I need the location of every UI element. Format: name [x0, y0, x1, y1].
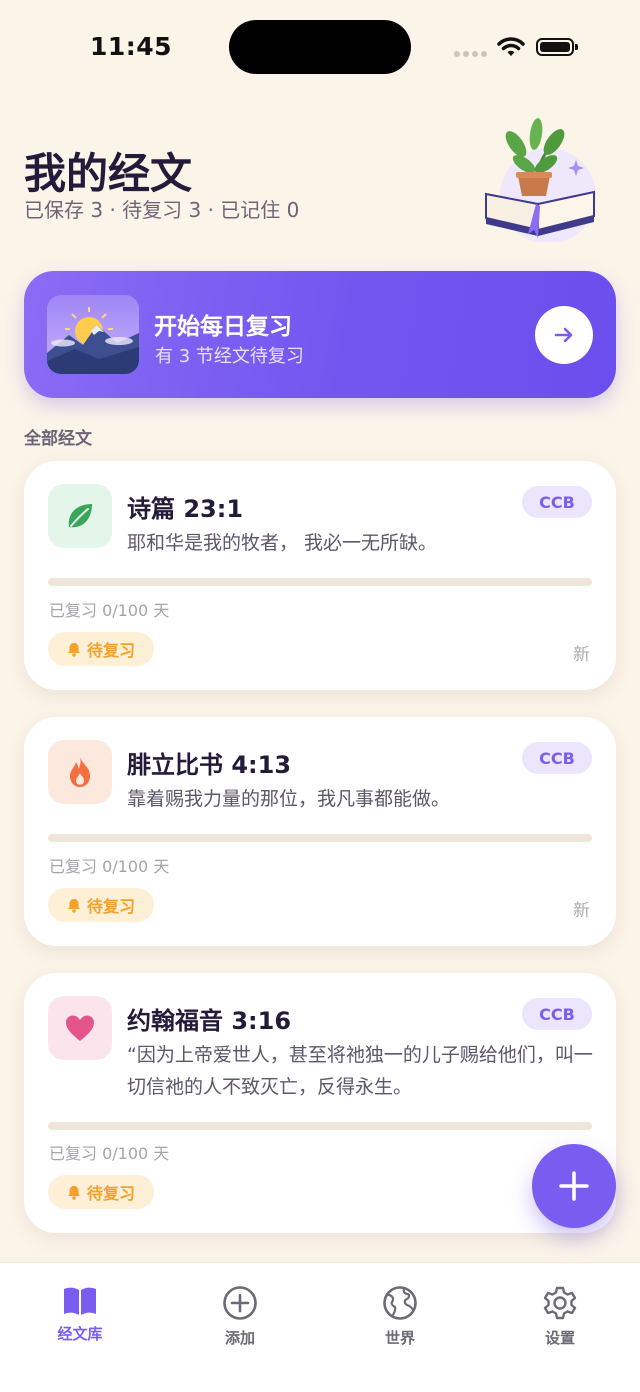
tab-add-label: 添加	[224, 1329, 255, 1347]
new-tag: 新	[573, 645, 590, 665]
bell-icon	[67, 1185, 80, 1200]
translation-badge: CCB	[522, 742, 592, 774]
tab-settings-label: 设置	[544, 1329, 575, 1347]
review-progress: 已复习 0/100 天	[49, 1144, 170, 1163]
open-book-icon	[64, 1287, 96, 1315]
daily-review-banner[interactable]: 开始每日复习 有 3 节经文待复习	[24, 271, 616, 398]
gear-icon	[543, 1286, 577, 1320]
battery-icon	[536, 38, 578, 56]
due-status-label: 待复习	[86, 1184, 135, 1203]
sunrise-mountain-image	[47, 295, 139, 374]
leaf-icon	[68, 504, 92, 528]
review-progress: 已复习 0/100 天	[49, 601, 170, 620]
verse-card[interactable]: 腓立比书 4:13 CCB 靠着赐我力量的那位，我凡事都能做。 已复习 0/10…	[24, 717, 616, 946]
verse-text: 靠着赐我力量的那位，我凡事都能做。	[127, 788, 451, 810]
due-status-label: 待复习	[86, 897, 135, 916]
plus-icon	[559, 1171, 589, 1201]
add-circle-icon	[223, 1286, 257, 1320]
verse-reference: 腓立比书 4:13	[127, 751, 292, 779]
daily-review-title: 开始每日复习	[154, 314, 292, 340]
cellular-signal-icon	[454, 51, 487, 57]
arrow-right-icon	[554, 327, 573, 343]
add-verse-button[interactable]	[532, 1144, 616, 1228]
page-title: 我的经文	[24, 149, 193, 198]
verse-card[interactable]: 诗篇 23:1 CCB 耶和华是我的牧者， 我必一无所缺。 已复习 0/100 …	[24, 461, 616, 690]
tab-world[interactable]: 世界	[345, 1285, 455, 1348]
daily-review-subtitle: 有 3 节经文待复习	[155, 346, 304, 367]
verse-card[interactable]: 约翰福音 3:16 CCB “因为上帝爱世人，甚至将祂独一的儿子赐给他们，叫一切…	[24, 973, 616, 1233]
tab-library-label: 经文库	[57, 1325, 103, 1343]
due-status-badge: 待复习	[48, 888, 154, 922]
progress-bar	[48, 834, 592, 842]
due-status-label: 待复习	[86, 641, 135, 660]
tab-bar: 经文库 添加 世界 设置	[0, 1262, 640, 1392]
verse-reference: 诗篇 23:1	[127, 495, 244, 523]
due-status-badge: 待复习	[48, 632, 154, 666]
tab-add[interactable]: 添加	[185, 1285, 295, 1348]
tab-settings[interactable]: 设置	[505, 1285, 615, 1348]
verse-icon-tile	[48, 996, 112, 1060]
heart-icon	[66, 1015, 94, 1041]
verse-text: “因为上帝爱世人，甚至将祂独一的儿子赐给他们，叫一切信祂的人不致灭亡，反得永生。	[127, 1044, 593, 1098]
start-review-button[interactable]	[535, 306, 593, 364]
wifi-icon	[497, 37, 525, 56]
translation-badge: CCB	[522, 486, 592, 518]
section-heading: 全部经文	[24, 429, 92, 449]
dynamic-island	[229, 20, 411, 74]
bell-icon	[67, 642, 80, 657]
review-progress: 已复习 0/100 天	[49, 857, 170, 876]
globe-icon	[383, 1286, 417, 1320]
bible-plant-illustration	[485, 118, 596, 242]
library-stats: 已保存 3 · 待复习 3 · 已记住 0	[24, 198, 300, 222]
verse-icon-tile	[48, 484, 112, 548]
verse-icon-tile	[48, 740, 112, 804]
flame-icon	[70, 757, 90, 787]
translation-badge: CCB	[522, 998, 592, 1030]
new-tag: 新	[573, 901, 590, 921]
tab-library[interactable]: 经文库	[25, 1285, 135, 1344]
progress-bar	[48, 578, 592, 586]
progress-bar	[48, 1122, 592, 1130]
tab-world-label: 世界	[384, 1329, 415, 1347]
verse-reference: 约翰福音 3:16	[127, 1007, 292, 1035]
status-time: 11:45	[90, 32, 173, 61]
status-bar: 11:45	[0, 0, 640, 95]
due-status-badge: 待复习	[48, 1175, 154, 1209]
verse-text: 耶和华是我的牧者， 我必一无所缺。	[127, 532, 438, 554]
bell-icon	[67, 898, 80, 913]
